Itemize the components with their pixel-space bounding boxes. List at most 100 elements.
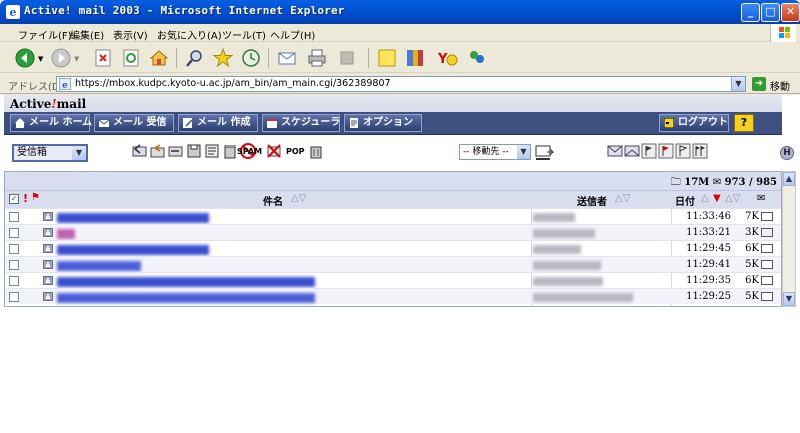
sort-size-icon[interactable]: △▽ — [725, 193, 740, 204]
delete-icon[interactable] — [222, 143, 238, 159]
menu-help[interactable]: ヘルプ(H) — [270, 27, 315, 42]
move-select[interactable]: -- 移動先 -- ▼ — [459, 144, 531, 160]
flag-icon[interactable] — [641, 143, 657, 159]
pop-label[interactable]: POP — [286, 147, 305, 156]
mail-icon[interactable] — [276, 47, 298, 69]
reply-icon[interactable] — [132, 143, 148, 159]
print-mail-icon[interactable] — [204, 143, 220, 159]
subject-blurred[interactable] — [57, 293, 315, 303]
row-checkbox[interactable] — [9, 244, 19, 254]
table-row[interactable]: ▲ 11:29:25 5K — [5, 288, 781, 304]
refresh-icon[interactable] — [120, 47, 142, 69]
menu-file[interactable]: ファイル(F) — [18, 27, 72, 42]
trash-icon[interactable] — [308, 143, 324, 159]
scroll-down-icon[interactable]: ▼ — [783, 292, 795, 306]
table-row[interactable]: ▲ 11:33:46 7K — [5, 208, 781, 224]
row-checkbox[interactable] — [9, 228, 19, 238]
nav-scheduler-button[interactable]: スケジューラ — [262, 114, 340, 132]
expand-icon[interactable]: ▲ — [43, 244, 53, 253]
app-logo: Active!mail — [10, 97, 86, 111]
help-button[interactable]: ? — [734, 114, 754, 132]
logout-icon — [664, 118, 674, 128]
h-button[interactable]: H — [780, 146, 794, 160]
row-size: 5K — [745, 291, 759, 302]
address-dropdown-icon[interactable]: ▼ — [731, 77, 745, 91]
flag-clear-icon[interactable] — [675, 143, 691, 159]
menu-view[interactable]: 表示(V) — [113, 27, 148, 42]
menu-tools[interactable]: ツール(T) — [222, 27, 266, 42]
close-button[interactable]: ✕ — [781, 3, 800, 22]
sender-blurred — [533, 261, 601, 270]
print-icon[interactable] — [306, 47, 328, 69]
row-checkbox[interactable] — [9, 212, 19, 222]
table-row[interactable]: ▲ 11:29:41 5K — [5, 256, 781, 272]
reply-all-icon[interactable] — [150, 143, 166, 159]
row-checkbox[interactable] — [9, 260, 19, 270]
nav-mail-compose-button[interactable]: メール 作成 — [178, 114, 258, 132]
table-row[interactable]: ▲ 11:29:45 6K — [5, 240, 781, 256]
col-subject[interactable]: 件名 — [263, 193, 283, 208]
subject-blurred[interactable] — [57, 229, 75, 239]
mark-read-icon[interactable] — [624, 143, 640, 159]
logout-button[interactable]: ログアウト — [659, 114, 729, 132]
yahoo-icon[interactable]: Y — [436, 47, 458, 69]
forward-icon[interactable] — [50, 47, 72, 69]
expand-icon[interactable]: ▲ — [43, 228, 53, 237]
home-icon[interactable] — [148, 47, 170, 69]
move-mail-icon[interactable] — [535, 143, 555, 161]
sort-date-asc-icon[interactable]: △ — [701, 193, 709, 204]
flag-red-icon[interactable] — [658, 143, 674, 159]
sender-blurred — [533, 213, 575, 222]
menu-edit[interactable]: 編集(E) — [70, 27, 104, 42]
forward-mail-icon[interactable] — [168, 143, 184, 159]
list-scrollbar[interactable]: ▲ ▼ — [782, 171, 796, 307]
nav-options-button[interactable]: オプション — [344, 114, 422, 132]
nav-mail-home-button[interactable]: メール ホーム — [10, 114, 92, 132]
history-icon[interactable] — [240, 47, 262, 69]
subject-blurred[interactable] — [57, 213, 209, 223]
subject-blurred[interactable] — [57, 245, 209, 255]
expand-icon[interactable]: ▲ — [43, 260, 53, 269]
minimize-button[interactable]: _ — [741, 3, 760, 22]
note-icon[interactable] — [376, 47, 398, 69]
nav-options-label: オプション — [363, 117, 413, 128]
table-row[interactable]: ▲ 11:33:21 3K — [5, 224, 781, 240]
col-date[interactable]: 日付 — [675, 193, 695, 208]
sender-blurred — [533, 277, 603, 286]
row-checkbox[interactable] — [9, 292, 19, 302]
search-icon[interactable] — [184, 47, 206, 69]
block-sender-icon[interactable] — [266, 143, 282, 159]
flag-all-icon[interactable] — [692, 143, 708, 159]
expand-icon[interactable]: ▲ — [43, 276, 53, 285]
go-button[interactable]: ➜ 移動 — [752, 76, 798, 93]
calendar-icon — [267, 119, 277, 128]
folder-select[interactable]: 受信箱 ▼ — [12, 144, 88, 162]
select-all-checkbox[interactable]: ✓ — [9, 194, 19, 204]
table-row[interactable]: ▲ 11:29:35 6K — [5, 272, 781, 288]
row-checkbox[interactable] — [9, 276, 19, 286]
sort-subject-asc-icon[interactable]: △▽ — [291, 193, 306, 204]
mark-unread-icon[interactable] — [607, 143, 623, 159]
stop-icon[interactable] — [92, 47, 114, 69]
subject-blurred[interactable] — [57, 261, 141, 271]
maximize-button[interactable]: □ — [761, 3, 780, 22]
address-field[interactable]: e https://mbox.kudpc.kyoto-u.ac.jp/am_bi… — [56, 76, 746, 92]
subject-blurred[interactable] — [57, 277, 315, 287]
nav-mail-receive-button[interactable]: メール 受信 — [94, 114, 174, 132]
edit-icon[interactable] — [336, 47, 358, 69]
menu-favorites[interactable]: お気に入り(A) — [157, 27, 222, 42]
msn-icon[interactable] — [466, 47, 488, 69]
expand-icon[interactable]: ▲ — [43, 292, 53, 301]
sender-blurred — [533, 229, 595, 238]
messenger-icon[interactable] — [404, 47, 426, 69]
favorites-icon[interactable] — [212, 47, 234, 69]
sort-date-desc-icon[interactable]: ▼ — [713, 193, 721, 204]
col-sender[interactable]: 送信者 — [577, 193, 607, 208]
back-dropdown-icon[interactable]: ▼ — [38, 55, 43, 63]
save-icon[interactable] — [186, 143, 202, 159]
sort-sender-icon[interactable]: △▽ — [615, 193, 630, 204]
back-icon[interactable] — [14, 47, 36, 69]
expand-icon[interactable]: ▲ — [43, 212, 53, 221]
scroll-up-icon[interactable]: ▲ — [783, 172, 795, 186]
forward-dropdown-icon[interactable]: ▼ — [74, 55, 79, 63]
